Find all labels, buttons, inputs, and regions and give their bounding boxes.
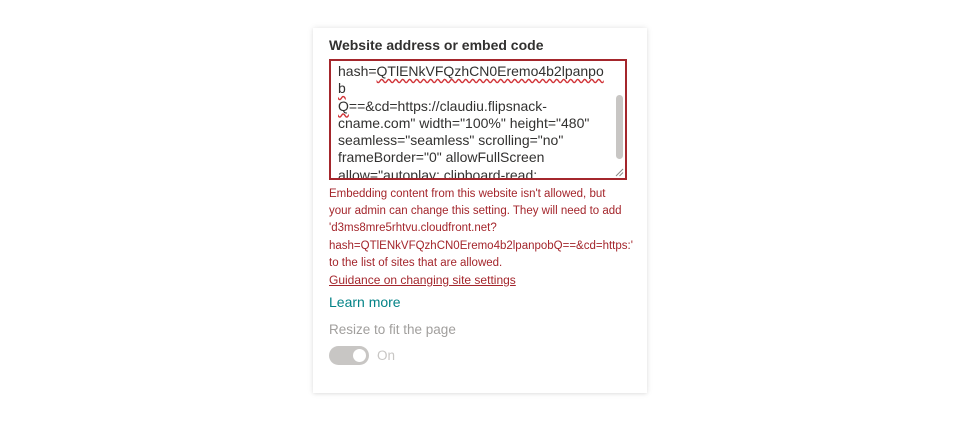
resize-toggle-label: Resize to fit the page bbox=[329, 322, 456, 337]
field-label: Website address or embed code bbox=[329, 37, 544, 53]
error-message: Embedding content from this website isn'… bbox=[329, 188, 633, 269]
misspelled-word-continued: Q bbox=[338, 97, 349, 114]
embed-code-prefix: hash= bbox=[338, 63, 377, 79]
embed-properties-panel: Website address or embed code hash=QTlEN… bbox=[313, 28, 647, 393]
embed-code-value[interactable]: hash=QTlENkVFQzhCN0Eremo4b2lpanpob Q==&c… bbox=[338, 63, 606, 180]
learn-more-link[interactable]: Learn more bbox=[329, 294, 401, 310]
resize-toggle[interactable] bbox=[329, 346, 369, 365]
textarea-scrollbar-thumb[interactable] bbox=[616, 95, 623, 159]
embed-code-rest: ==&cd=https://claudiu.flipsnack- cname.c… bbox=[338, 97, 590, 180]
guidance-link[interactable]: Guidance on changing site settings bbox=[329, 273, 516, 287]
toggle-knob bbox=[353, 349, 366, 362]
misspelled-word: QTlENkVFQzhCN0Eremo4b2lpanpob bbox=[338, 63, 604, 97]
embed-code-textarea[interactable]: hash=QTlENkVFQzhCN0Eremo4b2lpanpob Q==&c… bbox=[329, 59, 627, 180]
resize-grip-icon[interactable] bbox=[614, 167, 624, 177]
toggle-state-text: On bbox=[377, 348, 396, 363]
